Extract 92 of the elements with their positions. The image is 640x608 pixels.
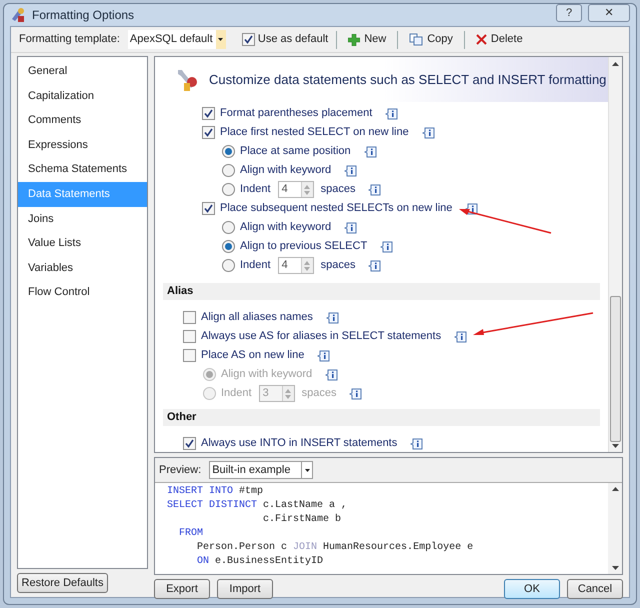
code-line: SELECT DISTINCT c.LastName a , — [167, 499, 348, 513]
option-label: Align with keyword — [221, 367, 312, 382]
option-label: Place first nested SELECT on new line — [220, 125, 409, 140]
category-item[interactable]: Schema Statements — [18, 157, 147, 182]
option-label: Always use INTO in INSERT statements — [201, 436, 398, 452]
import-button[interactable]: Import — [217, 579, 273, 599]
option-label: Place subsequent nested SELECTs on new line — [220, 201, 452, 216]
category-item[interactable]: Joins — [18, 206, 147, 232]
checkbox[interactable] — [183, 330, 196, 343]
info-icon[interactable] — [368, 260, 382, 272]
scrollbar[interactable] — [608, 57, 622, 452]
cancel-button[interactable]: Cancel — [567, 579, 623, 599]
help-button[interactable]: ? — [556, 4, 582, 22]
option-label: Indent — [221, 386, 252, 402]
info-icon[interactable] — [349, 388, 362, 400]
option-label: Align all aliases names — [201, 310, 313, 326]
close-button[interactable]: ✕ — [588, 4, 630, 22]
checkbox[interactable] — [202, 202, 215, 215]
restore-defaults-button[interactable]: Restore Defaults — [17, 573, 108, 593]
option-label: Place at same position — [240, 144, 351, 160]
template-dropdown[interactable]: ApexSQL default — [128, 30, 226, 49]
use-as-default-label: Use as default — [258, 32, 328, 48]
code-line: c.FirstName b — [262, 513, 342, 527]
checkbox[interactable] — [202, 107, 215, 120]
option-label: spaces — [320, 258, 356, 274]
preview-dropdown[interactable]: Built-in example — [209, 461, 314, 479]
down-arrow-icon[interactable] — [612, 444, 619, 448]
category-item[interactable]: Flow Control — [18, 280, 147, 305]
code-line: Person.Person c JOIN HumanResources.Employee e — [196, 541, 474, 555]
option-label: Always use AS for aliases in SELECT statements — [201, 329, 442, 344]
option-label: Align with keyword — [240, 220, 332, 236]
ok-button[interactable]: OK — [504, 579, 560, 599]
radio-button[interactable] — [222, 240, 235, 253]
plus-icon — [348, 34, 360, 46]
template-label: Formatting template: — [19, 32, 120, 48]
preview-label: Preview: — [159, 462, 202, 478]
option-label: Indent — [240, 182, 271, 198]
app-icon — [10, 7, 26, 23]
info-icon[interactable] — [326, 312, 339, 324]
code-line: FROM — [178, 527, 204, 541]
code-line: ON e.BusinessEntityID — [196, 555, 324, 569]
window-title: Formatting Options — [32, 7, 136, 24]
checkbox[interactable] — [242, 33, 255, 46]
option-label: spaces — [302, 386, 336, 402]
code-line: INSERT INTO #tmp — [167, 485, 264, 499]
option-label: Place AS on new line — [201, 348, 304, 364]
info-icon[interactable] — [325, 368, 338, 380]
toolbar-button[interactable]: Copy — [406, 31, 456, 48]
info-icon[interactable] — [317, 350, 330, 362]
info-icon[interactable] — [385, 108, 398, 120]
info-icon[interactable] — [422, 126, 435, 138]
option-label: Align to previous SELECT — [240, 239, 368, 254]
info-icon[interactable] — [454, 330, 468, 342]
up-arrow-icon[interactable] — [612, 487, 618, 491]
category-item[interactable]: Comments — [18, 108, 147, 133]
code-scrollbar[interactable] — [608, 483, 622, 574]
radio-button[interactable] — [222, 145, 235, 158]
section-header: Other — [163, 409, 600, 426]
radio-button[interactable] — [222, 221, 235, 234]
checkbox[interactable] — [202, 126, 215, 139]
caret-icon[interactable] — [218, 38, 224, 41]
checkbox[interactable] — [183, 437, 196, 450]
info-icon[interactable] — [364, 146, 377, 158]
radio-button[interactable] — [222, 259, 235, 272]
up-arrow-icon[interactable] — [612, 62, 619, 66]
section-header: Alias — [163, 283, 600, 300]
category-item[interactable]: Capitalization — [18, 84, 147, 108]
info-icon[interactable] — [380, 240, 394, 252]
option-label: spaces — [320, 182, 356, 198]
radio-button[interactable] — [222, 164, 235, 177]
category-item[interactable]: Variables — [18, 256, 147, 280]
info-icon[interactable] — [344, 164, 358, 176]
checkbox[interactable] — [183, 311, 196, 324]
category-item[interactable]: Expressions — [18, 132, 147, 158]
export-button[interactable]: Export — [154, 579, 210, 599]
panel-heading: Customize data statements such as SELECT and INSERT formatting — [209, 70, 606, 89]
caret-icon[interactable] — [304, 468, 310, 472]
category-item[interactable]: General — [18, 59, 147, 84]
info-icon[interactable] — [410, 438, 424, 450]
info-icon[interactable] — [344, 222, 358, 234]
option-label: Indent — [240, 258, 271, 274]
copy-icon — [409, 33, 424, 46]
checkbox[interactable] — [183, 349, 196, 362]
delete-icon — [476, 34, 487, 45]
info-icon[interactable] — [368, 184, 382, 196]
toolbar-button[interactable]: Delete — [472, 31, 526, 48]
category-item[interactable]: Value Lists — [18, 231, 147, 256]
radio-button[interactable] — [222, 183, 235, 196]
down-arrow-icon[interactable] — [612, 566, 618, 570]
toolbar-button[interactable]: New — [345, 31, 390, 48]
option-label: Align with keyword — [240, 163, 332, 178]
option-label: Format parentheses placement — [220, 106, 372, 122]
